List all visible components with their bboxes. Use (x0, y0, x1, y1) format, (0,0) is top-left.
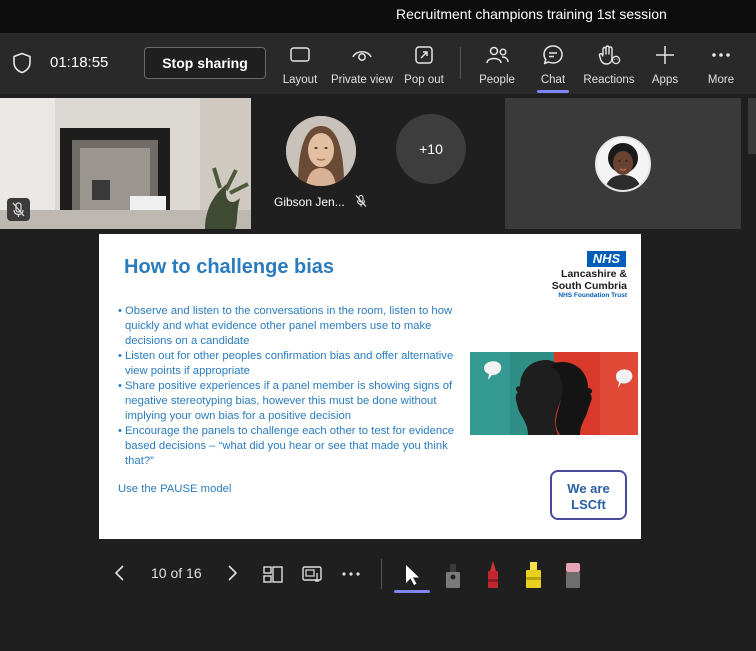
title-bar: Recruitment champions training 1st sessi… (0, 0, 756, 33)
mic-off-icon (355, 194, 367, 207)
more-icon (712, 53, 730, 57)
people-button[interactable]: People (476, 43, 518, 87)
chat-button[interactable]: Chat (536, 43, 570, 87)
highlighter-icon[interactable] (520, 559, 546, 589)
eraser-icon[interactable] (560, 559, 586, 589)
chat-label: Chat (540, 74, 566, 86)
stop-sharing-button[interactable]: Stop sharing (144, 47, 266, 79)
silhouettes-illustration (470, 352, 638, 435)
more-icon[interactable] (338, 559, 364, 589)
mic-off-icon (12, 202, 25, 217)
org-name-line1: Lancashire & (561, 268, 627, 280)
we-are-lscft-badge: We are LSCft (550, 470, 627, 520)
slide-title: How to challenge bias (124, 256, 335, 278)
slide-notes-icon[interactable] (300, 559, 326, 589)
participant-video-tile[interactable] (0, 98, 251, 229)
participant-name-gibson: Gibson Jen... (274, 195, 345, 209)
room-video-image (0, 98, 251, 229)
pen-red-icon[interactable] (480, 559, 506, 589)
shared-slide: How to challenge bias NHS Lancashire & S… (99, 234, 641, 539)
laser-pointer-icon[interactable] (399, 559, 425, 589)
toolbar-divider (460, 47, 461, 79)
slide-bullets: Observe and listen to the conversations … (118, 304, 463, 469)
pop-out-button[interactable]: Pop out (402, 43, 446, 87)
more-button[interactable]: More (703, 43, 739, 87)
pop-out-icon (415, 46, 433, 64)
raise-hand-icon (598, 45, 621, 65)
org-name-line2: South Cumbria (551, 280, 627, 292)
presenter-controls: 10 of 16 (0, 545, 756, 605)
pen-black-icon[interactable] (440, 559, 466, 589)
avatar-photo (286, 116, 356, 186)
slide-footer-text: Use the PAUSE model (118, 483, 232, 495)
participant-avatar-gibson[interactable] (286, 116, 356, 186)
slide-page-indicator: 10 of 16 (151, 565, 202, 581)
presenter-divider (381, 559, 382, 589)
meeting-title: Recruitment champions training 1st sessi… (396, 6, 667, 22)
badge-line1: We are (567, 481, 610, 496)
more-label: More (707, 74, 735, 86)
private-view-button[interactable]: Private view (331, 43, 393, 87)
badge-line2: LSCft (571, 497, 606, 512)
eye-icon (352, 51, 372, 61)
reactions-button[interactable]: Reactions (583, 43, 635, 87)
slide-bullet: Share positive experiences if a panel me… (118, 379, 463, 424)
laser-pointer-active-indicator (394, 590, 430, 593)
chat-active-indicator (537, 90, 569, 93)
mic-off-badge (7, 198, 30, 221)
grid-view-icon[interactable] (260, 559, 286, 589)
apps-label: Apps (651, 74, 679, 86)
slide-bullet: Encourage the panels to challenge each o… (118, 424, 463, 469)
nhs-logo: NHS (587, 251, 626, 267)
meeting-timer: 01:18:55 (50, 54, 109, 71)
slide-bullet: Observe and listen to the conversations … (118, 304, 463, 349)
people-label: People (479, 74, 515, 86)
apps-button[interactable]: Apps (648, 43, 682, 87)
layout-icon (290, 47, 310, 62)
more-participants-button[interactable]: +10 (396, 114, 466, 184)
reactions-label: Reactions (583, 74, 635, 86)
shield-icon[interactable] (12, 52, 32, 74)
meeting-toolbar: 01:18:55 Stop sharing Layout Private vie… (0, 33, 756, 94)
slide-bullet: Listen out for other peoples confirmatio… (118, 349, 463, 379)
next-icon[interactable] (222, 562, 242, 584)
participant-avatar (595, 136, 651, 192)
avatar-photo (597, 138, 649, 190)
private-view-label: Private view (331, 74, 393, 86)
scroll-edge (748, 98, 756, 154)
previous-icon[interactable] (110, 562, 130, 584)
chat-icon (543, 45, 563, 65)
plus-icon (656, 46, 674, 64)
layout-button[interactable]: Layout (280, 43, 320, 87)
pop-out-label: Pop out (404, 74, 444, 86)
layout-label: Layout (282, 74, 318, 86)
org-name-line3: NHS Foundation Trust (558, 292, 627, 299)
people-icon (486, 46, 509, 64)
